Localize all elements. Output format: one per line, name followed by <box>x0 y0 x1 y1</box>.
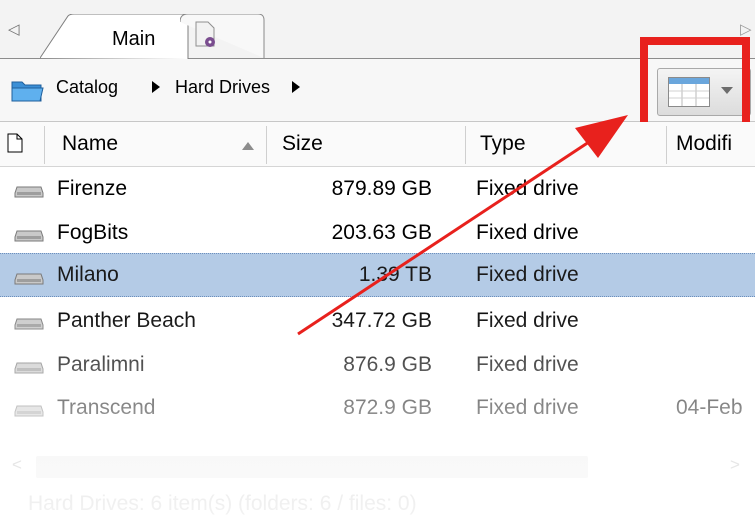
scroll-right-icon[interactable]: > <box>730 455 740 475</box>
column-divider[interactable] <box>266 126 267 164</box>
row-type: Fixed drive <box>476 263 579 286</box>
table-row[interactable]: Panther Beach 347.72 GB Fixed drive <box>0 298 755 342</box>
hard-drive-icon <box>14 273 44 285</box>
column-header-name[interactable]: Name <box>62 132 118 156</box>
scrollbar-thumb[interactable] <box>36 456 588 478</box>
table-row-selected[interactable]: Milano 1.39 TB Fixed drive <box>0 253 755 297</box>
status-bar-text: Hard Drives: 6 item(s) (folders: 6 / fil… <box>28 492 417 515</box>
table-row[interactable]: Firenze 879.89 GB Fixed drive <box>0 167 755 211</box>
row-name: Panther Beach <box>57 309 196 332</box>
tab-document[interactable] <box>180 14 265 58</box>
column-divider[interactable] <box>666 126 667 164</box>
breadcrumb-item-catalog[interactable]: Catalog <box>56 77 118 98</box>
row-type: Fixed drive <box>476 353 579 376</box>
tab-scroll-left-icon[interactable]: ◁ <box>8 20 22 40</box>
scroll-left-icon[interactable]: < <box>12 455 22 475</box>
document-disc-icon <box>195 21 215 47</box>
sort-ascending-icon <box>242 142 254 150</box>
horizontal-scrollbar[interactable]: < > <box>0 450 755 484</box>
hard-drive-icon <box>14 230 44 242</box>
hard-drive-icon <box>14 405 44 417</box>
row-size: 203.63 GB <box>331 221 432 244</box>
row-type: Fixed drive <box>476 309 579 332</box>
folder-icon <box>11 81 44 102</box>
row-name: FogBits <box>57 221 129 244</box>
column-divider[interactable] <box>44 126 45 164</box>
catalog-window: ◁ Main ▷ Catalog Hard Drives Name Size T… <box>0 0 755 526</box>
column-divider[interactable] <box>465 126 466 164</box>
table-row[interactable]: Paralimni 876.9 GB Fixed drive <box>0 342 755 386</box>
column-header-modified[interactable]: Modifi <box>676 132 732 156</box>
chevron-right-icon[interactable] <box>290 80 302 94</box>
row-name: Milano <box>57 263 119 286</box>
chevron-right-icon[interactable] <box>150 80 162 94</box>
column-header-size[interactable]: Size <box>282 132 323 156</box>
row-name: Paralimni <box>57 353 145 376</box>
row-type: Fixed drive <box>476 221 579 244</box>
row-name: Transcend <box>57 396 156 419</box>
row-size: 879.89 GB <box>331 177 432 200</box>
hard-drive-icon <box>14 186 44 198</box>
tab-main-label: Main <box>112 28 156 50</box>
row-size: 872.9 GB <box>343 396 432 419</box>
breadcrumb-item-hard-drives[interactable]: Hard Drives <box>175 77 270 98</box>
table-row[interactable]: FogBits 203.63 GB Fixed drive <box>0 211 755 255</box>
row-type: Fixed drive <box>476 177 579 200</box>
hard-drive-icon <box>14 318 44 330</box>
row-size: 876.9 GB <box>343 353 432 376</box>
row-size: 1.39 TB <box>358 263 432 286</box>
file-icon[interactable] <box>7 133 23 153</box>
row-name: Firenze <box>57 177 128 200</box>
tab-main[interactable]: Main <box>40 14 190 59</box>
row-type: Fixed drive <box>476 396 579 419</box>
row-size: 347.72 GB <box>331 309 432 332</box>
hard-drive-icon <box>14 362 44 374</box>
column-header-type[interactable]: Type <box>480 132 526 156</box>
table-row[interactable]: Transcend 872.9 GB Fixed drive 04-Feb <box>0 386 755 430</box>
row-modified: 04-Feb <box>676 396 743 419</box>
